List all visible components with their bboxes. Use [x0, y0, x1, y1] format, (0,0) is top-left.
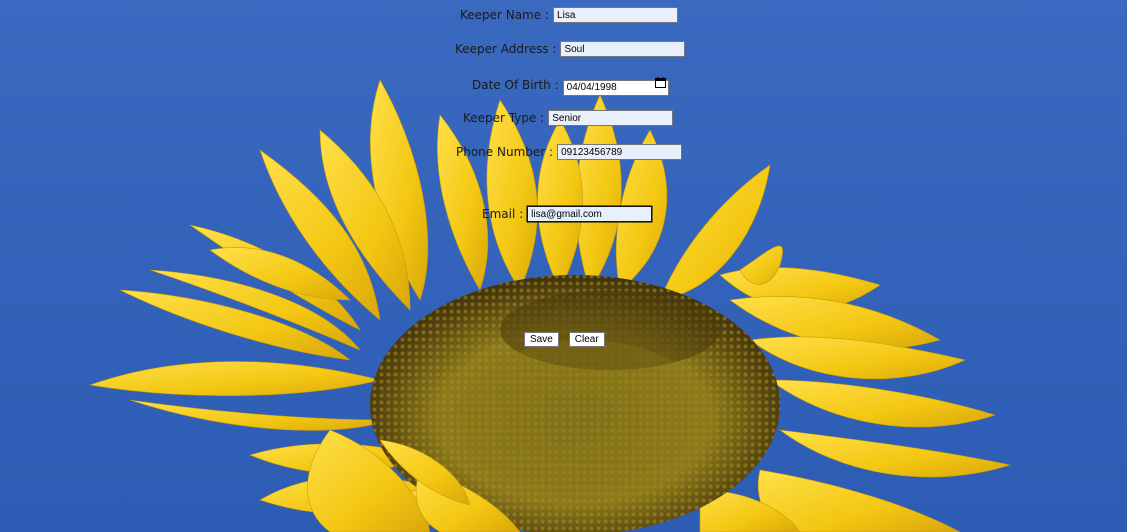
date-of-birth-input[interactable] [562, 79, 669, 96]
keeper-type-row: Keeper Type : [463, 110, 674, 126]
email-label: Email : [482, 207, 524, 221]
email-input[interactable] [527, 206, 653, 222]
email-row: Email : [482, 206, 653, 222]
phone-number-label: Phone Number : [456, 145, 554, 159]
date-of-birth-label: Date Of Birth : [472, 78, 559, 93]
keeper-address-row: Keeper Address : [455, 41, 686, 57]
keeper-name-row: Keeper Name : [460, 7, 679, 23]
save-button[interactable]: Save [524, 332, 559, 347]
phone-number-input[interactable] [557, 144, 683, 160]
clear-button[interactable]: Clear [568, 332, 605, 347]
keeper-form: Keeper Name : Keeper Address : Date Of B… [0, 0, 1127, 532]
date-of-birth-row: Date Of Birth : [472, 75, 669, 96]
keeper-address-label: Keeper Address : [455, 42, 557, 56]
keeper-type-label: Keeper Type : [463, 111, 545, 125]
calendar-icon[interactable] [654, 77, 666, 88]
form-actions: Save Clear [524, 332, 605, 347]
keeper-address-input[interactable] [560, 41, 686, 57]
keeper-type-input[interactable] [548, 110, 674, 126]
keeper-name-input[interactable] [553, 7, 679, 23]
phone-number-row: Phone Number : [456, 144, 683, 160]
keeper-name-label: Keeper Name : [460, 8, 550, 22]
date-of-birth-picker[interactable] [562, 75, 669, 96]
